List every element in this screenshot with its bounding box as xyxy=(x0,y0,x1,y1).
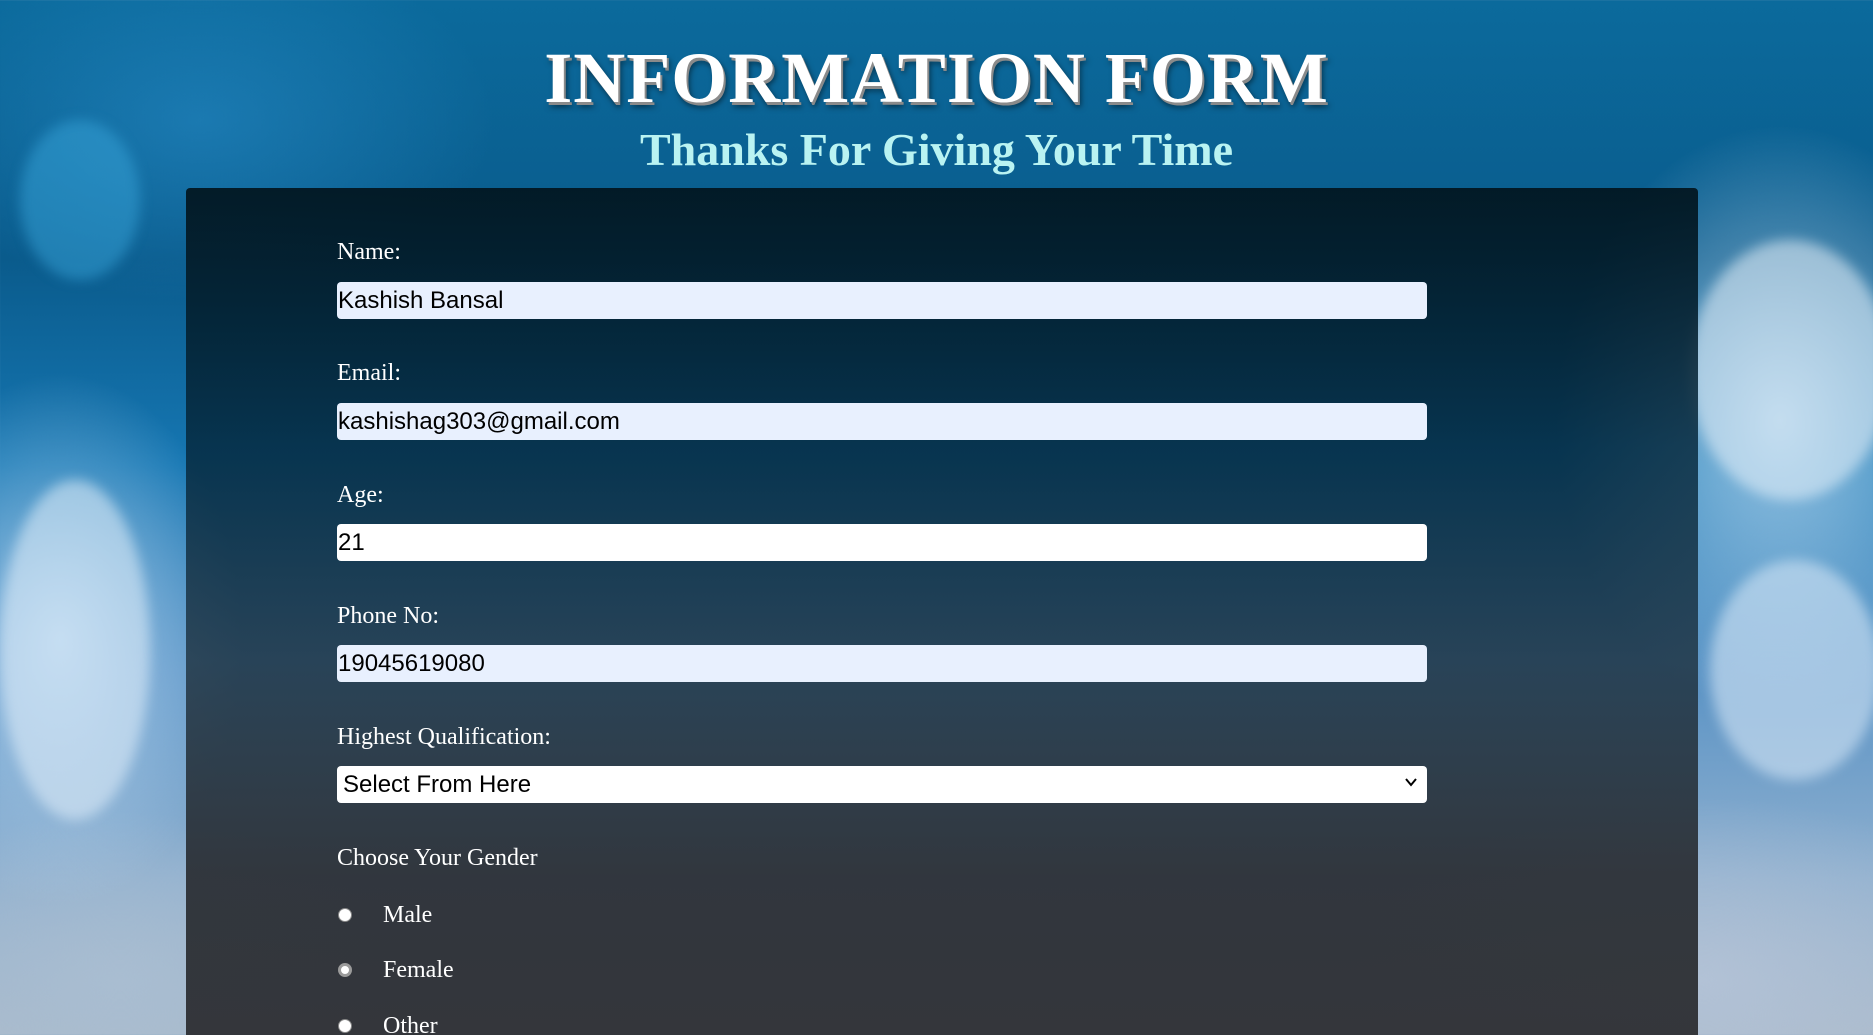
gender-label: Choose Your Gender xyxy=(337,845,538,871)
page-title: INFORMATION FORM xyxy=(544,38,1329,118)
gender-option-female[interactable]: Female xyxy=(337,955,454,985)
radio-label-female: Female xyxy=(383,957,454,983)
name-label: Name: xyxy=(337,239,401,265)
name-field[interactable] xyxy=(337,282,1427,319)
radio-button-other[interactable] xyxy=(338,1019,352,1033)
chevron-down-icon xyxy=(1405,778,1417,787)
radio-button-female[interactable] xyxy=(338,963,352,977)
qualification-label: Highest Qualification: xyxy=(337,724,551,750)
email-field[interactable] xyxy=(337,403,1427,440)
age-field[interactable] xyxy=(337,524,1427,561)
radio-label-male: Male xyxy=(383,902,433,928)
gender-option-male[interactable]: Male xyxy=(337,900,432,930)
phone-label: Phone No: xyxy=(337,603,439,629)
background-foam xyxy=(0,480,150,820)
background-foam xyxy=(1710,560,1873,780)
qualification-selected-value: Select From Here xyxy=(343,770,532,798)
background-foam xyxy=(1690,240,1873,500)
age-label: Age: xyxy=(337,482,384,508)
phone-field[interactable] xyxy=(337,645,1427,682)
email-label: Email: xyxy=(337,360,401,386)
qualification-select[interactable]: Select From Here xyxy=(337,766,1427,803)
radio-button-male[interactable] xyxy=(338,908,352,922)
gender-option-other[interactable]: Other xyxy=(337,1011,438,1035)
radio-label-other: Other xyxy=(383,1013,438,1035)
page-subtitle: Thanks For Giving Your Time xyxy=(639,124,1234,175)
